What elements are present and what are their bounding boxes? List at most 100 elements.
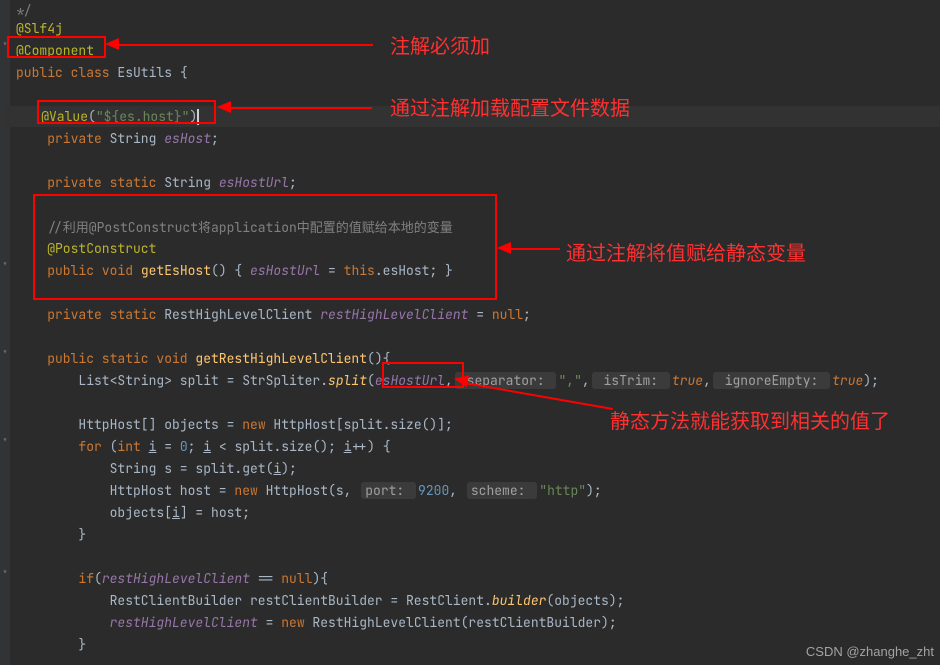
code-text: String [164,174,219,191]
annotation-component: @Component [16,42,94,59]
code-text: , [449,482,465,499]
code-text: true [832,372,863,389]
code-text: (){ [367,350,390,367]
code-text: i [203,438,211,455]
method-getEsHost: getEsHost [141,262,211,279]
code-text: true [672,372,703,389]
code-text: String [110,130,165,147]
code-text: () { [211,262,250,279]
code-text: public static void [47,350,195,367]
code-text: "," [558,372,581,389]
code-text: , [445,372,453,389]
code-text: ( [88,108,96,125]
code-text: List<String> split = StrSpliter. [78,372,328,389]
code-text: ++) { [352,438,391,455]
code-text: } [78,636,86,653]
param-hint: scheme: [467,482,537,499]
gutter-collapse-icon[interactable]: ▾ [0,260,10,270]
annotation-slf4j: @Slf4j [16,20,63,37]
code-text: i [172,504,180,521]
gutter-collapse-icon[interactable]: ▾ [0,348,10,358]
param-hint: isTrim: [592,372,670,389]
code-text: ) [189,108,197,125]
code-editor[interactable]: */ @Slf4j @Component public class EsUtil… [10,0,940,665]
value-string: "${es.host}" [96,108,190,125]
param-hint: ignoreEmpty: [713,372,830,389]
method-getRestHighLevelClient: getRestHighLevelClient [195,350,367,367]
code-text: this [344,262,375,279]
code-text: split [328,372,367,389]
code-text: ); [281,460,297,477]
code-text: ; } [429,262,452,279]
code-text: public void [47,262,141,279]
code-text: */ [16,2,32,19]
editor-gutter: ▾ ▾ ▾ ▾ ▾ [0,0,10,665]
field-restHighLevelClient: restHighLevelClient [320,306,468,323]
annotation-postconstruct: @PostConstruct [47,240,156,257]
code-text: ; [289,174,297,191]
code-text: private [47,130,109,147]
code-text: = [468,306,491,323]
code-text: ); [586,482,602,499]
code-text: RestHighLevelClient [164,306,320,323]
code-text: 0 [180,438,188,455]
code-text: RestClientBuilder restClientBuilder = Re… [110,592,492,609]
watermark: CSDN @zhanghe_zht [806,644,934,659]
code-text: public class [16,64,117,81]
code-text: ){ [312,570,328,587]
code-text: new [234,482,265,499]
code-text: } [78,526,86,543]
code-text: .esHost [375,262,430,279]
code-text: ; [523,306,531,323]
gutter-collapse-icon[interactable]: ▾ [0,436,10,446]
annotation-value: @Value [41,108,88,125]
code-text: objects[ [110,504,172,521]
text-cursor [197,109,199,125]
code-text: (objects); [546,592,624,609]
field-esHostUrl: esHostUrl [219,174,289,191]
code-text: HttpHost[] objects = [78,416,242,433]
code-text: ] = host; [180,504,250,521]
field-esHost: esHost [164,130,211,147]
code-text: , [703,372,711,389]
code-text: builder [492,592,547,609]
comment-text: //利用@PostConstruct将application中配置的值赋给本地的… [47,219,453,236]
code-text: ); [863,372,879,389]
code-text: i [344,438,352,455]
code-text: , [582,372,590,389]
code-text: ; [211,130,219,147]
code-text: RestHighLevelClient(restClientBuilder); [312,614,616,631]
code-text: = [320,262,343,279]
code-text: if [78,570,94,587]
code-text: int [117,438,148,455]
code-text: null [492,306,523,323]
code-text: HttpHost(s, [266,482,360,499]
gutter-collapse-icon[interactable]: ▾ [0,568,10,578]
class-name: EsUtils [117,64,179,81]
code-text: private static [47,306,164,323]
code-text: private static [47,174,164,191]
code-text: new [242,416,273,433]
arg-esHostUrl: esHostUrl [375,372,445,389]
code-text: ( [94,570,102,587]
gutter-collapse-icon[interactable]: ▾ [0,40,10,50]
code-text: null [281,570,312,587]
code-text: HttpHost host = [110,482,235,499]
code-text: < split.size(); [211,438,344,455]
code-text: == [250,570,281,587]
code-text: restHighLevelClient [110,614,258,631]
port-number: 9200 [418,482,449,499]
code-text: ( [367,372,375,389]
param-hint: separator: [455,372,557,389]
code-text: esHostUrl [250,262,320,279]
code-text: new [281,614,312,631]
code-text: = [258,614,281,631]
code-text: for [78,438,109,455]
code-text: restHighLevelClient [102,570,250,587]
code-text: = [156,438,179,455]
code-text: ; [188,438,204,455]
param-hint: port: [361,482,416,499]
code-text: String s = split.get( [110,460,274,477]
code-text: HttpHost[split.size()]; [273,416,452,433]
scheme-string: "http" [539,482,586,499]
